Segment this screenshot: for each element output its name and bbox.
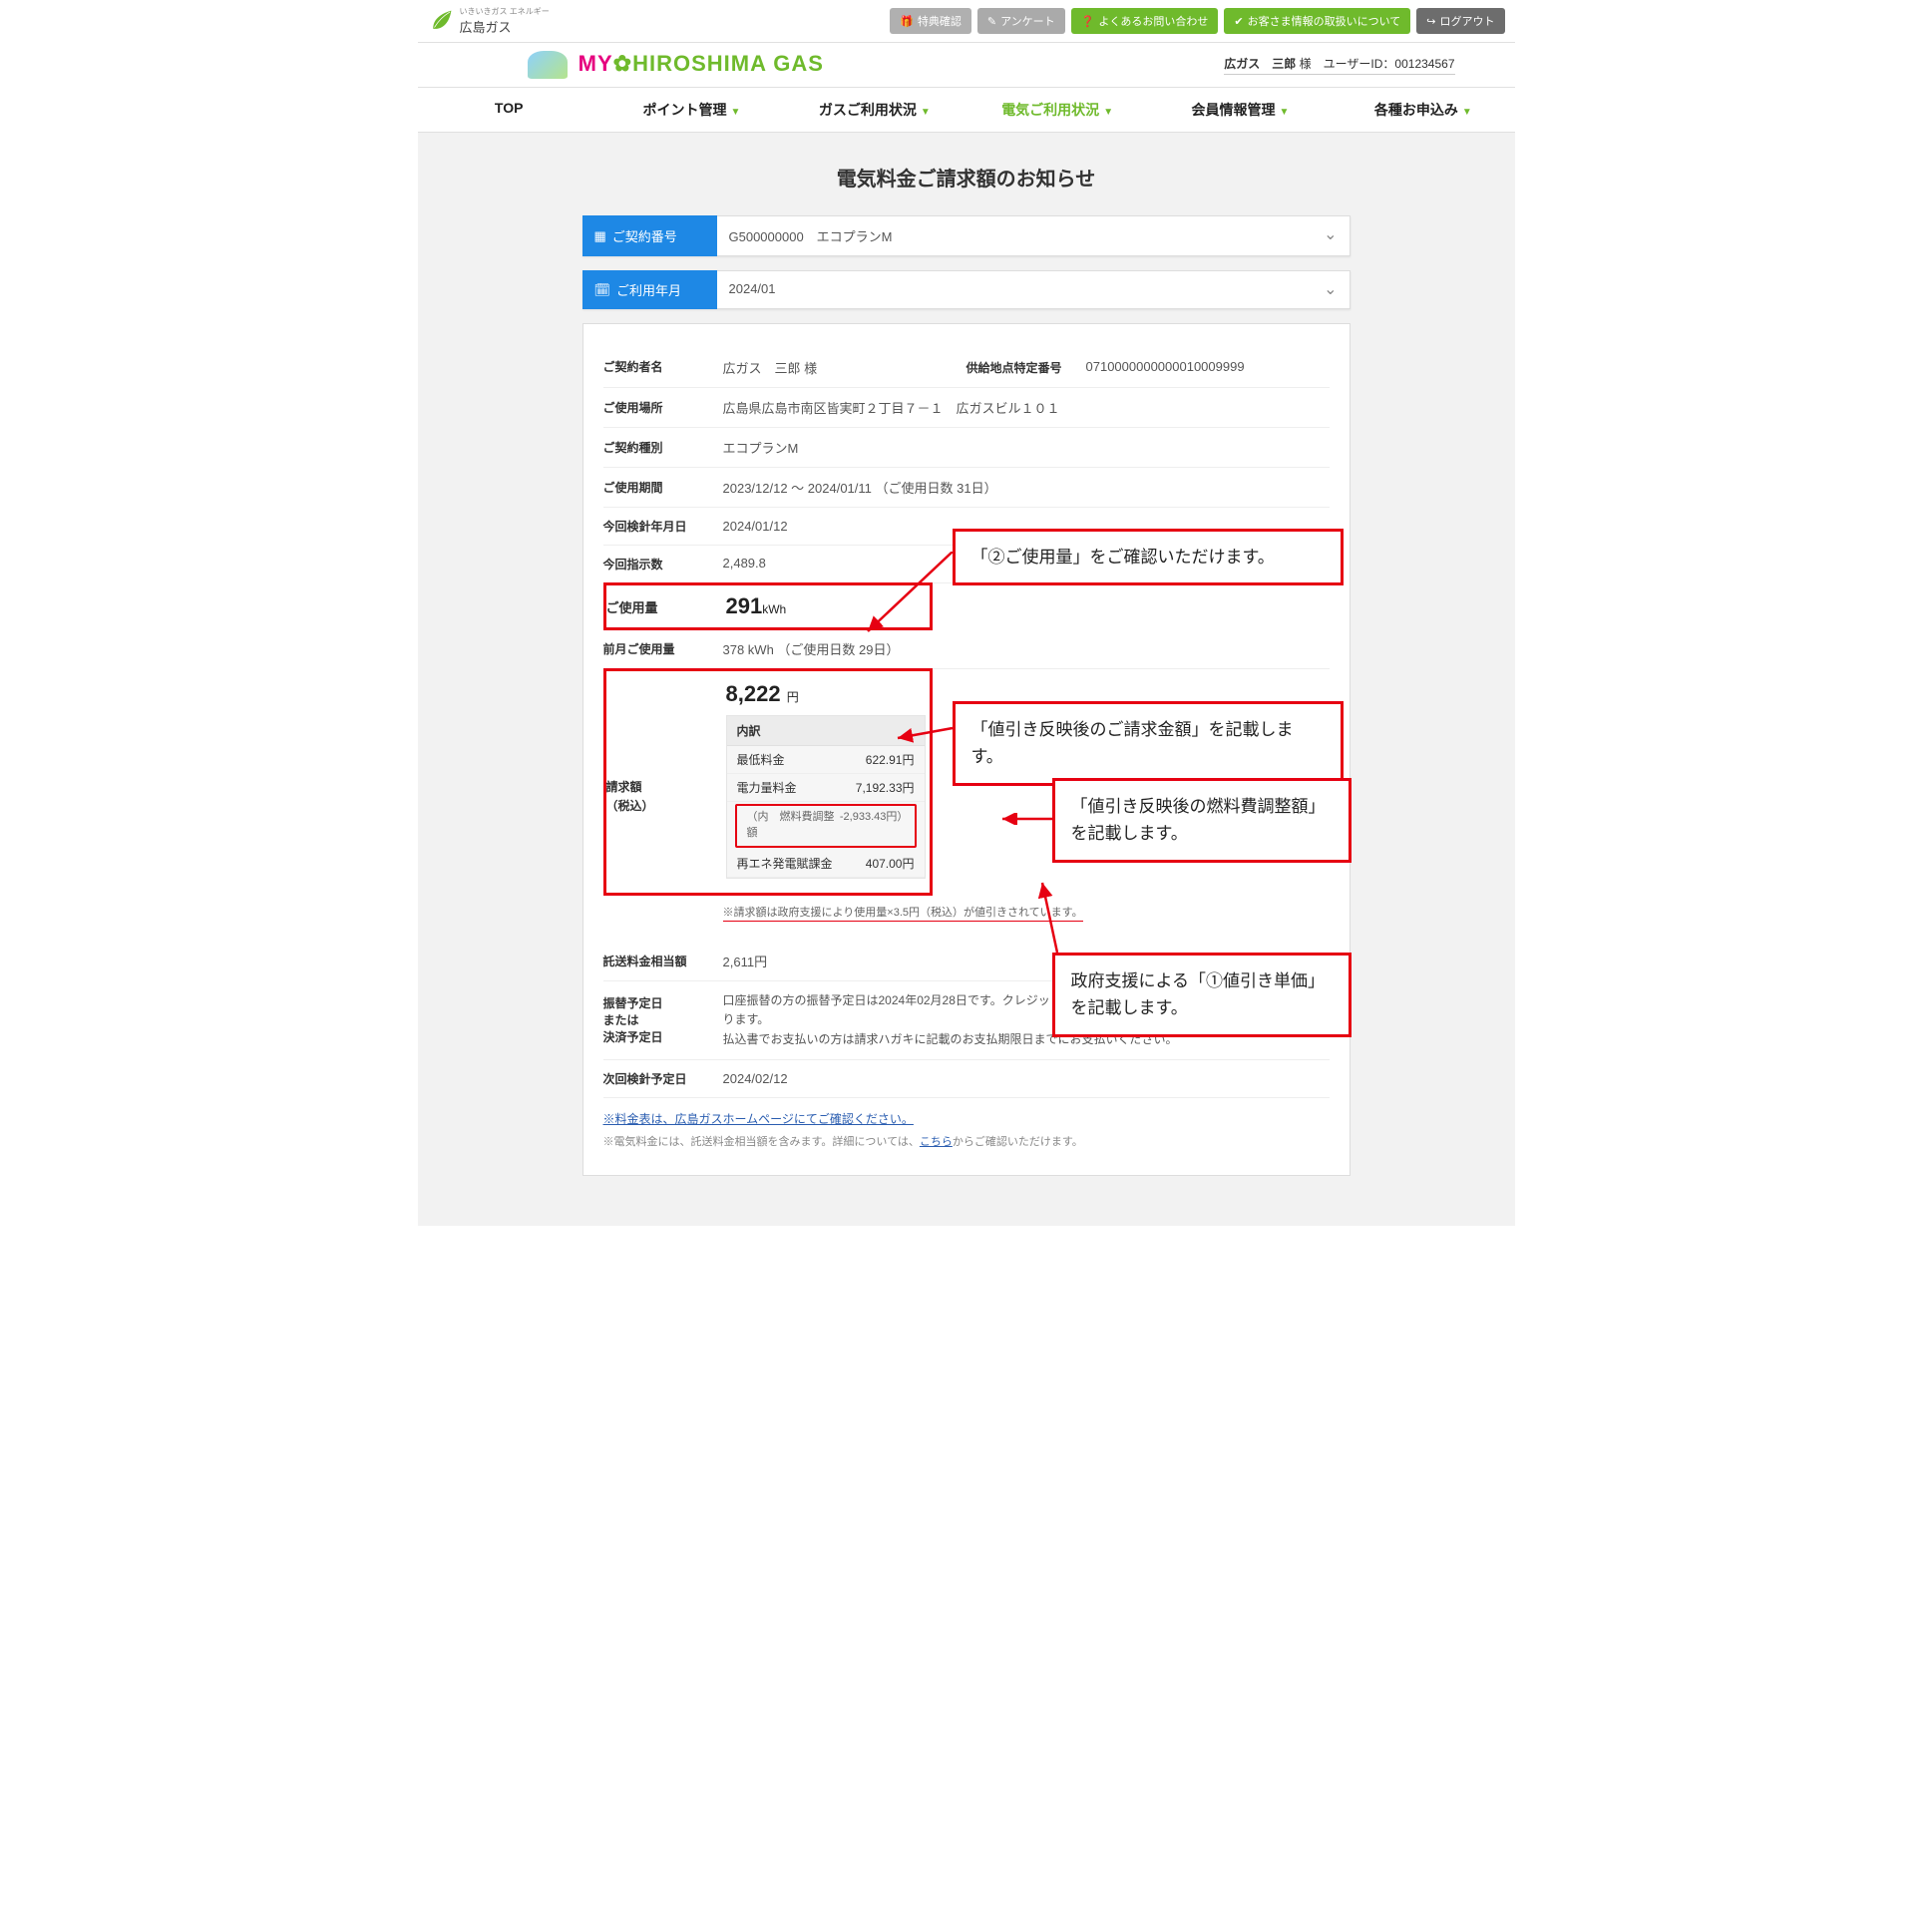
main-nav: TOP ポイント管理▼ ガスご利用状況▼ 電気ご利用状況▼ 会員情報管理▼ 各種…	[418, 87, 1515, 133]
row-contractor: ご契約者名広ガス 三郎 様 供給地点特定番号071000000000001000…	[603, 348, 1330, 388]
page-title: 電気料金ご請求額のお知らせ	[418, 163, 1515, 192]
topbar-buttons: 🎁 特典確認 ✎ アンケート ❓ よくあるお問い合わせ ✔ お客さま情報の取扱い…	[890, 8, 1504, 34]
bd-energy: 電力量料金7,192.33円	[727, 774, 925, 802]
nav-points[interactable]: ポイント管理▼	[600, 88, 783, 132]
tokuten-button[interactable]: 🎁 特典確認	[890, 8, 971, 34]
annotation-arrow-1	[863, 552, 963, 641]
logout-button[interactable]: ↪ ログアウト	[1416, 8, 1504, 34]
row-nextmeter: 次回検針予定日2024/02/12	[603, 1060, 1330, 1098]
bd-fuel-adjust: （内 燃料費調整額-2,933.43円）	[735, 804, 917, 848]
enquete-button[interactable]: ✎ アンケート	[977, 8, 1065, 34]
nav-gas[interactable]: ガスご利用状況▼	[783, 88, 966, 132]
nav-apply[interactable]: 各種お申込み▼	[1332, 88, 1514, 132]
annotation-unitprice: 政府支援による「①値引き単価」を記載します。	[1052, 953, 1352, 1036]
contract-select-value[interactable]: G500000000 エコプランM	[717, 215, 1351, 256]
privacy-button[interactable]: ✔ お客さま情報の取扱いについて	[1224, 8, 1410, 34]
brand-logo[interactable]: MY✿HIROSHIMA GAS	[528, 51, 824, 79]
top-bar: いきいきガス エネルギー 広島ガス 🎁 特典確認 ✎ アンケート ❓ よくあるお…	[418, 0, 1515, 43]
annotation-fuel: 「値引き反映後の燃料費調整額」を記載します。	[1052, 778, 1352, 862]
row-prevusage: 前月ご使用量378 kWh （ご使用日数 29日）	[603, 629, 1330, 669]
row-plan: ご契約種別エコプランM	[603, 428, 1330, 468]
bill-highlight: 8,222 円 請求額（税込） 内訳 最低料金622.91円 電力量料金7,19…	[603, 668, 933, 896]
faq-button[interactable]: ❓ よくあるお問い合わせ	[1071, 8, 1219, 34]
nav-elec[interactable]: 電気ご利用状況▼	[966, 88, 1148, 132]
logo-tagline: いきいきガス エネルギー	[460, 6, 550, 17]
price-table-link[interactable]: ※料金表は、広島ガスホームページにてご確認ください。	[603, 1110, 914, 1127]
logo-company-name: 広島ガス	[460, 17, 550, 36]
row-address: ご使用場所広島県広島市南区皆実町２丁目７－１ 広ガスビル１０１	[603, 388, 1330, 428]
annotation-arrow-4	[1037, 878, 1067, 958]
contract-select[interactable]: ▦ ご契約番号 G500000000 エコプランM	[582, 215, 1351, 256]
nav-member[interactable]: 会員情報管理▼	[1149, 88, 1332, 132]
bill-label: 請求額（税込）	[606, 715, 726, 879]
bd-renew: 再エネ発電賦課金407.00円	[727, 850, 925, 878]
annotation-bill: 「値引き反映後のご請求金額」を記載します。	[953, 701, 1344, 785]
period-select-label: 🗓 ご利用年月	[582, 270, 717, 309]
brand-icon	[528, 51, 568, 79]
nav-top[interactable]: TOP	[418, 88, 600, 132]
period-select[interactable]: 🗓 ご利用年月 2024/01	[582, 270, 1351, 309]
bd-base: 最低料金622.91円	[727, 746, 925, 774]
details-link[interactable]: こちら	[920, 1136, 953, 1148]
user-info: 広ガス 三郎 様 ユーザーID：001234567	[1224, 55, 1454, 75]
bill-discount-note: ※請求額は政府支援により使用量×3.5円（税込）が値引きされています。	[723, 904, 1083, 922]
company-logo: いきいきガス エネルギー 広島ガス	[428, 6, 550, 36]
annotation-arrow-3	[997, 813, 1057, 825]
footnote: ※電気料金には、託送料金相当額を含みます。詳細については、こちらからご確認いただ…	[603, 1133, 1330, 1149]
period-select-value[interactable]: 2024/01	[717, 270, 1351, 309]
contract-select-label: ▦ ご契約番号	[582, 215, 717, 256]
header: MY✿HIROSHIMA GAS 広ガス 三郎 様 ユーザーID：0012345…	[418, 43, 1515, 87]
row-period: ご使用期間2023/12/12 ～ 2024/01/11 （ご使用日数 31日）	[603, 468, 1330, 508]
leaf-icon	[428, 8, 454, 34]
usage-value: 291kWh	[726, 593, 787, 619]
annotation-usage: 「②ご使用量」をご確認いただけます。	[953, 529, 1344, 585]
bill-amount: 8,222 円	[726, 681, 799, 707]
bill-card: ご契約者名広ガス 三郎 様 供給地点特定番号071000000000001000…	[582, 323, 1351, 1176]
